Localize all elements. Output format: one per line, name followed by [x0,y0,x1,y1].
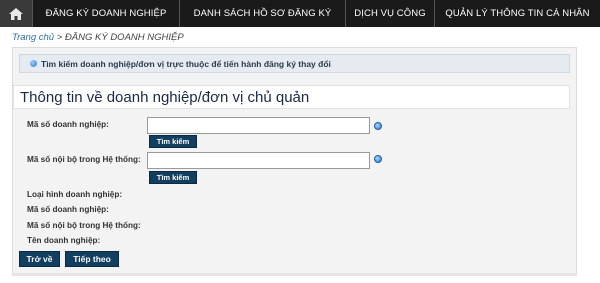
nav-item-personal-info[interactable]: QUẢN LÝ THÔNG TIN CÁ NHÂN [435,0,600,27]
enterprise-code-help-icon[interactable] [374,122,382,130]
breadcrumb-current: ĐĂNG KÝ DOANH NGHIỆP [64,32,184,43]
enterprise-code-detail-label: Mã số doanh nghiệp: [27,205,109,214]
home-icon [9,7,23,20]
info-bullet-icon [30,60,37,67]
main-panel: Tìm kiếm doanh nghiệp/đơn vị trực thuộc … [12,47,577,274]
bottom-divider [12,273,577,276]
breadcrumb-separator: > [56,32,63,43]
nav-item-registration-list[interactable]: DANH SÁCH HỒ SƠ ĐĂNG KÝ [180,0,346,27]
back-button[interactable]: Trở về [19,251,60,267]
enterprise-code-input[interactable] [147,117,370,134]
internal-code-input[interactable] [147,152,370,169]
internal-code-help-icon[interactable] [374,155,382,163]
internal-code-label: Mã số nội bộ trong Hệ thống: [27,155,141,164]
info-bar: Tìm kiếm doanh nghiệp/đơn vị trực thuộc … [19,54,570,73]
internal-code-detail-label: Mã số nội bộ trong Hệ thống: [27,221,141,230]
internal-code-search-button[interactable]: Tìm kiếm [149,171,197,184]
breadcrumb-home-link[interactable]: Trang chủ [12,32,54,43]
home-button[interactable] [0,0,33,27]
next-button[interactable]: Tiếp theo [65,251,119,267]
section-title: Thông tin về doanh nghiệp/đơn vị chủ quả… [13,85,570,109]
nav-item-public-services[interactable]: DỊCH VỤ CÔNG [346,0,435,27]
enterprise-name-label: Tên doanh nghiệp: [27,236,101,245]
enterprise-code-search-button[interactable]: Tìm kiếm [149,135,197,148]
top-navigation: ĐĂNG KÝ DOANH NGHIỆP DANH SÁCH HỒ SƠ ĐĂN… [0,0,600,27]
nav-item-business-registration[interactable]: ĐĂNG KÝ DOANH NGHIỆP [33,0,180,27]
breadcrumb: Trang chủ > ĐĂNG KÝ DOANH NGHIỆP [12,32,184,43]
enterprise-type-label: Loại hình doanh nghiệp: [27,190,123,199]
info-bar-text: Tìm kiếm doanh nghiệp/đơn vị trực thuộc … [41,58,331,69]
enterprise-code-label: Mã số doanh nghiệp: [27,120,109,129]
